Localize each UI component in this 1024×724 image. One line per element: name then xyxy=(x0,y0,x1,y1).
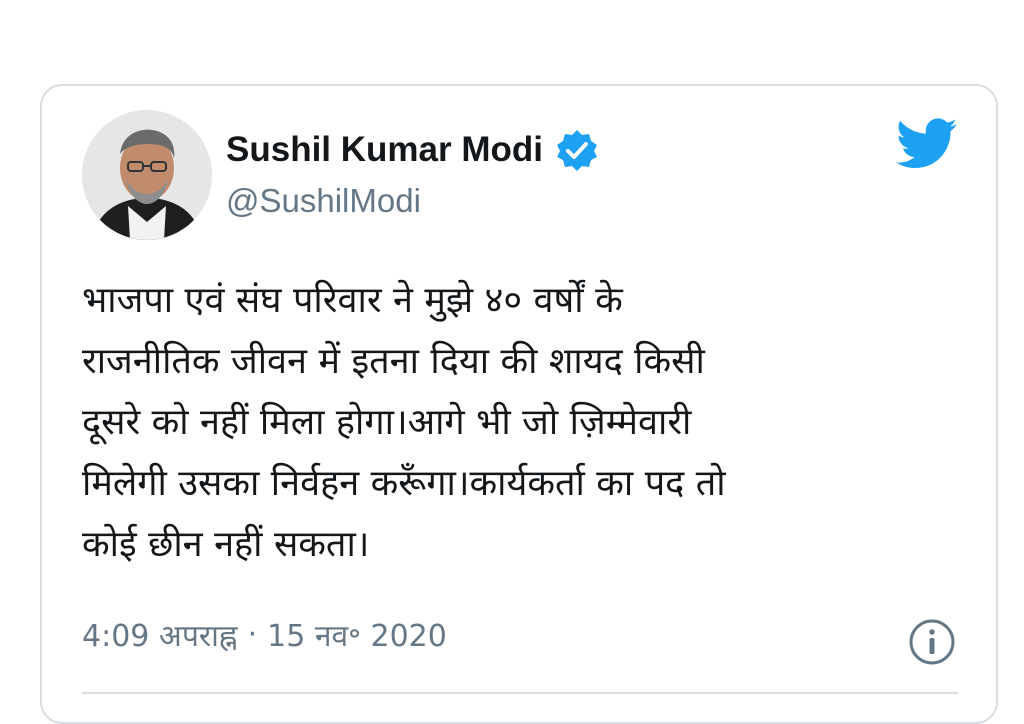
tweet-time[interactable]: 4:09 अपराह्न xyxy=(82,614,238,655)
author-handle[interactable]: @SushilModi xyxy=(226,182,421,220)
verified-badge-icon xyxy=(556,130,597,171)
tweet-text: भाजपा एवं संघ परिवार ने मुझे ४० वर्षों क… xyxy=(82,270,962,575)
tweet-meta: 4:09 अपराह्न · 15 नव॰ 2020 xyxy=(82,614,447,655)
tweet-line: राजनीतिक जीवन में इतना दिया की शायद किसी xyxy=(82,341,705,382)
tweet-line: दूसरे को नहीं मिला होगा।आगे भी जो ज़िम्म… xyxy=(82,402,692,443)
info-icon[interactable] xyxy=(908,618,956,666)
tweet-line: भाजपा एवं संघ परिवार ने मुझे ४० वर्षों क… xyxy=(82,280,623,321)
divider xyxy=(82,692,958,694)
author-name[interactable]: Sushil Kumar Modi xyxy=(226,130,543,170)
tweet-line: मिलेगी उसका निर्वहन करूँगा।कार्यकर्ता का… xyxy=(82,463,726,504)
avatar[interactable] xyxy=(82,110,212,240)
avatar-photo xyxy=(82,110,212,240)
tweet-date[interactable]: 15 नव॰ 2020 xyxy=(267,614,447,655)
twitter-bird-icon[interactable] xyxy=(896,118,958,170)
meta-separator: · xyxy=(247,617,258,652)
tweet-line: कोई छीन नहीं सकता। xyxy=(82,524,370,565)
author-row: Sushil Kumar Modi xyxy=(226,128,599,172)
